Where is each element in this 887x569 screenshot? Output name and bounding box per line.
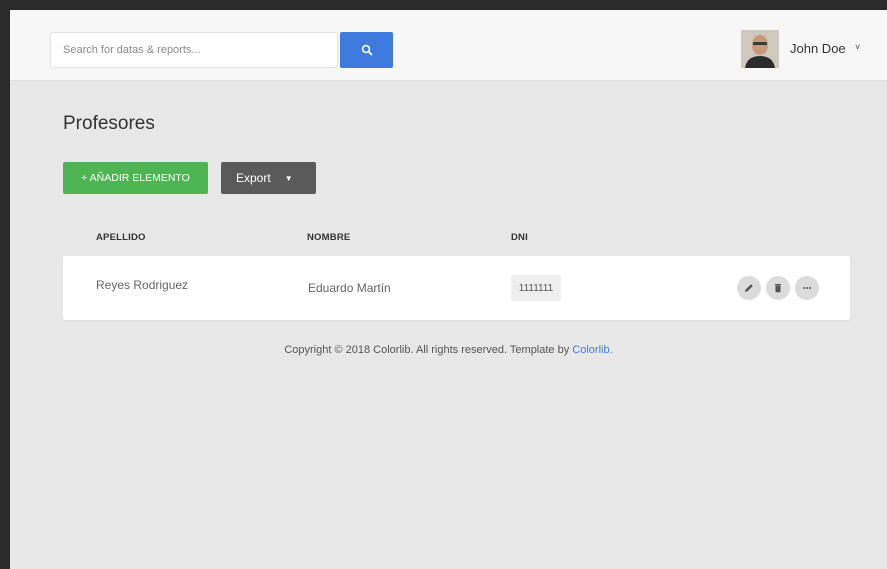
ellipsis-icon	[803, 287, 811, 289]
column-header-nombre[interactable]: NOMBRE	[307, 232, 350, 243]
search-icon	[361, 44, 372, 56]
page-title: Profesores	[63, 113, 155, 134]
search-button[interactable]	[340, 32, 393, 68]
cell-apellido: Reyes Rodriguez	[96, 278, 189, 292]
cell-dni: 1111111	[511, 275, 561, 301]
more-options-button[interactable]	[795, 276, 819, 300]
column-header-apellido[interactable]: APELLIDO	[96, 232, 146, 243]
top-bar: John Doe ˅	[10, 10, 887, 81]
add-element-button[interactable]: + AÑADIR ELEMENTO	[63, 162, 208, 194]
caret-down-icon: ▼	[284, 173, 293, 183]
search-input[interactable]	[50, 32, 338, 68]
footer-link-colorlib[interactable]: Colorlib.	[572, 344, 612, 356]
pencil-icon	[745, 284, 753, 292]
avatar[interactable]	[741, 30, 779, 68]
column-header-dni[interactable]: DNI	[511, 232, 528, 243]
footer: Copyright © 2018 Colorlib. All rights re…	[10, 344, 887, 356]
delete-button[interactable]	[766, 276, 790, 300]
cell-nombre: Eduardo Martín	[308, 281, 391, 295]
app-window: John Doe ˅ Profesores + AÑADIR ELEMENTO …	[10, 10, 887, 569]
export-button-label: Export	[236, 171, 271, 185]
chevron-down-icon[interactable]: ˅	[855, 42, 860, 52]
edit-button[interactable]	[737, 276, 761, 300]
user-name[interactable]: John Doe	[790, 41, 846, 56]
export-button[interactable]: Export ▼	[221, 162, 316, 194]
trash-icon	[775, 284, 781, 293]
footer-text: Copyright © 2018 Colorlib. All rights re…	[284, 344, 570, 356]
table-row: Reyes Rodriguez Eduardo Martín 1111111	[63, 256, 850, 320]
